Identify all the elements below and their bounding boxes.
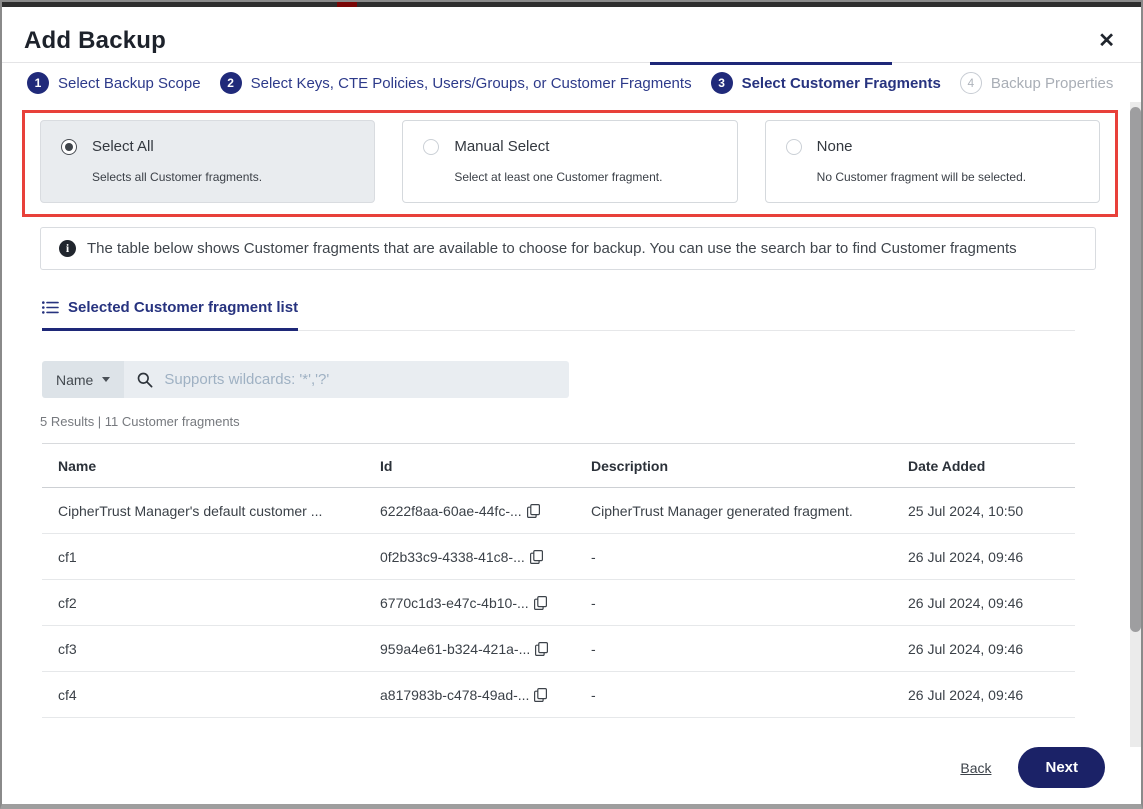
step-3-label: Select Customer Fragments — [742, 75, 941, 92]
radio-unselected-icon[interactable] — [423, 139, 439, 155]
list-icon — [42, 301, 59, 314]
step-1-badge: 1 — [27, 72, 49, 94]
info-banner: i The table below shows Customer fragmen… — [40, 227, 1096, 270]
screenshot-frame: Add Backup ✕ 1 Select Backup Scope 2 Sel… — [0, 0, 1143, 809]
scrollbar-thumb[interactable] — [1130, 107, 1141, 632]
search-field — [124, 361, 569, 398]
wizard-stepper: 1 Select Backup Scope 2 Select Keys, CTE… — [2, 63, 1141, 105]
annotation-red-box: Select All Selects all Customer fragment… — [22, 110, 1118, 217]
table-row[interactable]: cf4 a817983b-c478-49ad-... - 26 Jul 2024… — [42, 672, 1075, 718]
option-card-none[interactable]: None No Customer fragment will be select… — [765, 120, 1100, 203]
step-4-label: Backup Properties — [991, 75, 1114, 92]
radio-selected-icon[interactable] — [61, 139, 77, 155]
step-2-select-keys[interactable]: 2 Select Keys, CTE Policies, Users/Group… — [220, 72, 692, 94]
table-row[interactable]: cf1 0f2b33c9-4338-41c8-... - 26 Jul 2024… — [42, 534, 1075, 580]
results-summary: 5 Results | 11 Customer fragments — [40, 414, 1141, 429]
copy-icon[interactable] — [530, 550, 543, 564]
step-2-badge: 2 — [220, 72, 242, 94]
option-card-header: Manual Select — [423, 138, 716, 155]
table-header-row: Name Id Description Date Added — [42, 443, 1075, 488]
copy-icon[interactable] — [535, 642, 548, 656]
customer-fragments-table: Name Id Description Date Added CipherTru… — [42, 443, 1075, 718]
column-header-description: Description — [591, 458, 908, 474]
cell-name: cf1 — [58, 549, 380, 565]
copy-icon[interactable] — [534, 596, 547, 610]
cell-id: 0f2b33c9-4338-41c8-... — [380, 549, 591, 565]
scrollbar-track[interactable] — [1130, 102, 1141, 747]
cell-description: CipherTrust Manager generated fragment. — [591, 503, 908, 519]
search-icon — [137, 372, 153, 388]
table-row[interactable]: CipherTrust Manager's default customer .… — [42, 488, 1075, 534]
cell-name: cf3 — [58, 641, 380, 657]
radio-unselected-icon[interactable] — [786, 139, 802, 155]
table-row[interactable]: cf3 959a4e61-b324-421a-... - 26 Jul 2024… — [42, 626, 1075, 672]
close-icon[interactable]: ✕ — [1098, 31, 1115, 51]
step-3-badge: 3 — [711, 72, 733, 94]
cell-id: a817983b-c478-49ad-... — [380, 687, 591, 703]
active-step-indicator — [650, 62, 892, 65]
modal-footer: Back Next — [2, 747, 1141, 788]
add-backup-modal: Add Backup ✕ 1 Select Backup Scope 2 Sel… — [2, 7, 1141, 804]
search-field-selector-value: Name — [56, 372, 93, 388]
option-card-header: None — [786, 138, 1079, 155]
column-header-id: Id — [380, 458, 591, 474]
cell-name: cf2 — [58, 595, 380, 611]
option-description: Selects all Customer fragments. — [92, 170, 354, 184]
cell-date-added: 26 Jul 2024, 09:46 — [908, 641, 1075, 657]
option-card-header: Select All — [61, 138, 354, 155]
chevron-down-icon — [102, 377, 110, 382]
column-header-date-added: Date Added — [908, 458, 1075, 474]
option-label: Select All — [92, 138, 154, 155]
option-label: None — [817, 138, 853, 155]
copy-icon[interactable] — [534, 688, 547, 702]
cell-description: - — [591, 595, 908, 611]
back-button[interactable]: Back — [960, 760, 991, 776]
search-bar: Name — [42, 361, 569, 398]
cell-date-added: 26 Jul 2024, 09:46 — [908, 595, 1075, 611]
modal-header: Add Backup ✕ — [2, 7, 1141, 63]
cell-name: cf4 — [58, 687, 380, 703]
copy-icon[interactable] — [527, 504, 540, 518]
option-label: Manual Select — [454, 138, 549, 155]
option-card-manual-select[interactable]: Manual Select Select at least one Custom… — [402, 120, 737, 203]
step-3-select-customer-fragments[interactable]: 3 Select Customer Fragments — [711, 72, 941, 94]
tab-bar: Selected Customer fragment list — [42, 299, 1075, 331]
cell-name: CipherTrust Manager's default customer .… — [58, 503, 380, 519]
search-field-selector[interactable]: Name — [42, 361, 124, 398]
info-banner-text: The table below shows Customer fragments… — [87, 240, 1017, 257]
option-card-select-all[interactable]: Select All Selects all Customer fragment… — [40, 120, 375, 203]
cell-description: - — [591, 687, 908, 703]
scope-option-cards: Select All Selects all Customer fragment… — [40, 120, 1100, 203]
tab-label: Selected Customer fragment list — [68, 299, 298, 316]
cell-description: - — [591, 641, 908, 657]
step-1-select-backup-scope[interactable]: 1 Select Backup Scope — [27, 72, 201, 94]
option-description: Select at least one Customer fragment. — [454, 170, 716, 184]
tab-selected-customer-fragment-list[interactable]: Selected Customer fragment list — [42, 299, 298, 331]
step-2-label: Select Keys, CTE Policies, Users/Groups,… — [251, 75, 692, 92]
cell-id: 959a4e61-b324-421a-... — [380, 641, 591, 657]
page-title: Add Backup — [24, 27, 1119, 55]
step-4-badge: 4 — [960, 72, 982, 94]
info-icon: i — [59, 240, 76, 257]
step-4-backup-properties: 4 Backup Properties — [960, 72, 1114, 94]
cell-description: - — [591, 549, 908, 565]
column-header-name: Name — [58, 458, 380, 474]
next-button[interactable]: Next — [1018, 747, 1105, 788]
cell-id: 6770c1d3-e47c-4b10-... — [380, 595, 591, 611]
search-input[interactable] — [164, 371, 556, 388]
option-description: No Customer fragment will be selected. — [817, 170, 1079, 184]
cell-date-added: 25 Jul 2024, 10:50 — [908, 503, 1075, 519]
table-row[interactable]: cf2 6770c1d3-e47c-4b10-... - 26 Jul 2024… — [42, 580, 1075, 626]
cell-date-added: 26 Jul 2024, 09:46 — [908, 549, 1075, 565]
cell-date-added: 26 Jul 2024, 09:46 — [908, 687, 1075, 703]
cell-id: 6222f8aa-60ae-44fc-... — [380, 503, 591, 519]
step-1-label: Select Backup Scope — [58, 75, 201, 92]
